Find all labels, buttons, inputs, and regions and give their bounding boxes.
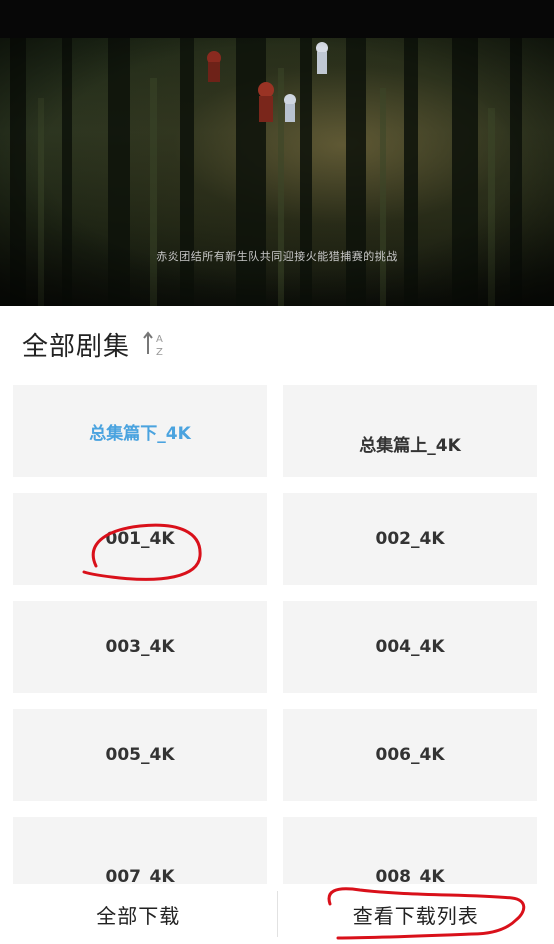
video-player[interactable]: 赤炎团结所有新生队共同迎接火能猎捕赛的挑战 <box>0 0 554 306</box>
episode-tile[interactable]: 004_4K <box>283 601 537 693</box>
episode-label: 004_4K <box>375 637 445 657</box>
panel-title: 全部剧集 <box>22 331 131 362</box>
episode-label: 总集篇下_4K <box>89 423 191 444</box>
download-all-button[interactable]: 全部下载 <box>0 884 277 944</box>
episode-tile[interactable]: 003_4K <box>13 601 267 693</box>
episode-tile[interactable]: 总集篇下_4K <box>13 385 267 477</box>
episode-tile[interactable]: 006_4K <box>283 709 537 801</box>
episode-label: 001_4K <box>105 529 175 549</box>
forest-scene-image <box>0 38 554 306</box>
bottom-action-bar: 全部下载 查看下载列表 <box>0 884 554 944</box>
episode-selection-screen: 赤炎团结所有新生队共同迎接火能猎捕赛的挑战 全部剧集 A Z 总集篇下_4K 总… <box>0 0 554 944</box>
video-subtitle: 赤炎团结所有新生队共同迎接火能猎捕赛的挑战 <box>156 250 398 263</box>
episode-tile[interactable]: 002_4K <box>283 493 537 585</box>
episode-tile[interactable]: 005_4K <box>13 709 267 801</box>
episode-label: 006_4K <box>375 745 445 765</box>
episode-label: 002_4K <box>375 529 445 549</box>
svg-text:Z: Z <box>156 347 163 358</box>
episode-label: 005_4K <box>105 745 175 765</box>
episode-panel-header: 全部剧集 A Z <box>22 322 168 366</box>
episode-tile[interactable]: 001_4K <box>13 493 267 585</box>
view-download-list-button[interactable]: 查看下载列表 <box>278 884 554 944</box>
episode-label: 003_4K <box>105 637 175 657</box>
episode-label: 总集篇上_4K <box>359 435 461 456</box>
sort-az-icon[interactable]: A Z <box>142 330 168 358</box>
episode-tile[interactable]: 总集篇上_4K <box>283 385 537 477</box>
svg-text:A: A <box>156 334 163 345</box>
video-frame[interactable] <box>0 38 554 306</box>
